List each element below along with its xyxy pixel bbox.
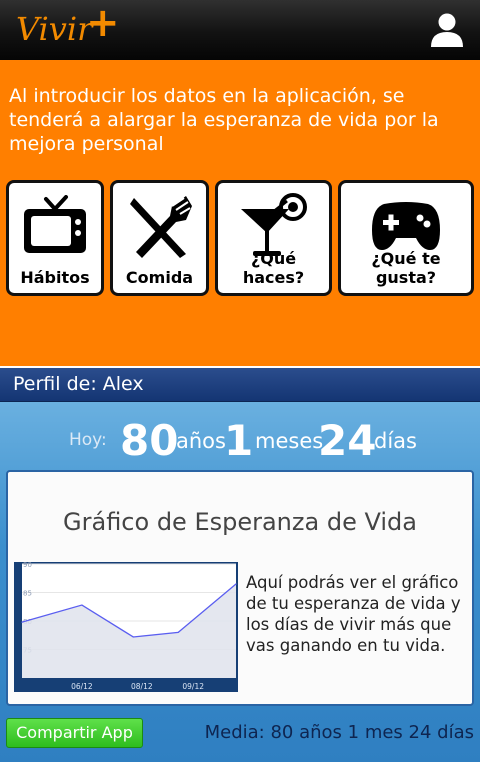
intro-text: Al introducir los datos en la aplicación… [9, 85, 439, 155]
logo-plus-icon: + [86, 0, 120, 46]
tv-icon [24, 195, 86, 253]
category-label: Hábitos [20, 268, 90, 287]
age-days-unit: días [374, 429, 417, 453]
chart-point [235, 583, 237, 585]
age-years-unit: años [176, 429, 226, 453]
user-profile-icon[interactable] [430, 12, 464, 48]
profile-bar[interactable]: Perfil de: Alex [0, 366, 480, 402]
x-tick-label: 06/12 [71, 682, 93, 691]
share-app-button[interactable]: Compartir App [6, 718, 143, 748]
y-tick-label: 85 [23, 590, 32, 598]
utensils-icon [129, 196, 192, 258]
category-label: ¿Qué haces? [242, 249, 305, 287]
profile-label: Perfil de: Alex [13, 373, 144, 395]
current-age: Hoy: 80 años 1 meses 24 días [0, 416, 480, 466]
category-comida-button[interactable]: Comida [110, 180, 209, 296]
average-life-text: Media: 80 años 1 mes 24 días [204, 722, 474, 743]
intro-section: Al introducir los datos en la aplicación… [0, 60, 480, 366]
app-logo: Vivir [16, 10, 93, 48]
chart-card-description: Aquí podrás ver el gráfico de tu esperan… [246, 573, 461, 655]
gamepad-icon [372, 202, 440, 250]
category-habitos-button[interactable]: Hábitos [6, 180, 104, 296]
category-grid: Hábitos Comida ¿Qué haces? ¿Qué te gusta… [6, 180, 474, 296]
app-header: Vivir + [0, 0, 480, 60]
chart-card-title: Gráfico de Esperanza de Vida [63, 508, 417, 536]
chart-point [81, 604, 83, 606]
x-tick-label: 08/12 [131, 682, 153, 691]
chart-point [21, 621, 23, 623]
chart-card[interactable]: Gráfico de Esperanza de Vida 9085807506/… [6, 470, 474, 706]
life-expectancy-section: Hoy: 80 años 1 meses 24 días Gráfico de … [0, 402, 480, 762]
x-tick-label: 09/12 [182, 682, 204, 691]
category-que-te-gusta-button[interactable]: ¿Qué te gusta? [338, 180, 474, 296]
category-label: Comida [125, 268, 194, 287]
age-prefix: Hoy: [69, 430, 107, 450]
chart-point [177, 631, 179, 633]
category-que-haces-button[interactable]: ¿Qué haces? [215, 180, 332, 296]
y-tick-label: 90 [23, 562, 32, 569]
age-days: 24 [318, 416, 377, 465]
category-label: ¿Qué te gusta? [371, 249, 441, 287]
chart-point [132, 636, 134, 638]
life-expectancy-chart[interactable]: 9085807506/1208/1209/12 [14, 562, 238, 692]
age-years: 80 [120, 416, 179, 465]
age-months-unit: meses [255, 429, 324, 453]
age-months: 1 [224, 416, 254, 465]
